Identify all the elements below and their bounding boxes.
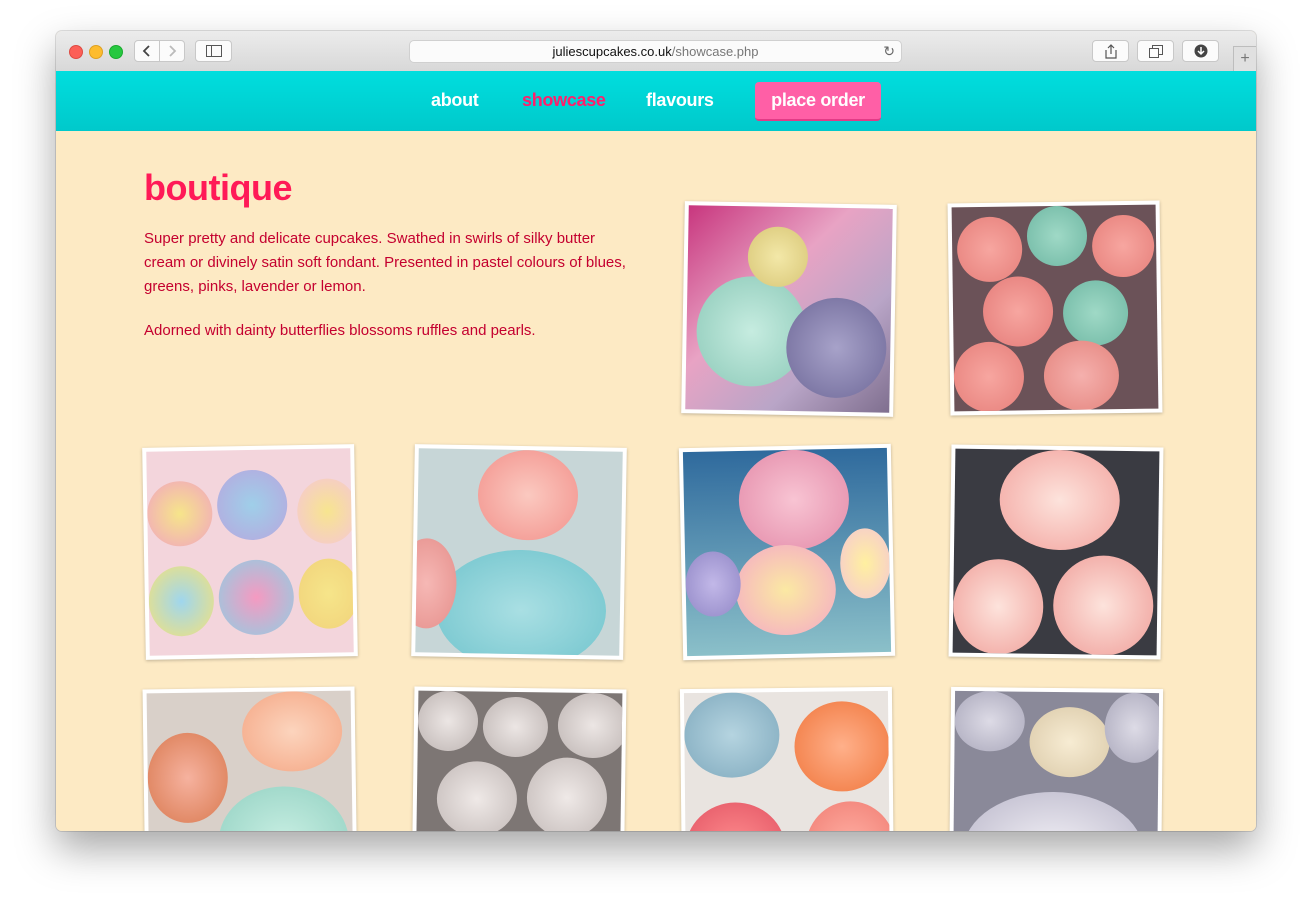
section-title: boutique: [144, 167, 292, 208]
place-order-button[interactable]: place order: [755, 82, 881, 121]
zoom-window-button[interactable]: [109, 45, 123, 59]
cupcake-photo[interactable]: [411, 444, 627, 660]
sidebar-icon: [205, 45, 222, 57]
photo-image: [415, 448, 623, 656]
close-window-button[interactable]: [69, 45, 83, 59]
tabs-overview-button[interactable]: [1137, 40, 1174, 62]
photo-image: [685, 205, 893, 413]
new-tab-button[interactable]: +: [1233, 46, 1256, 71]
url-host: juliescupcakes.co.uk: [552, 44, 672, 59]
cupcake-photo[interactable]: [411, 686, 627, 831]
cupcake-photo[interactable]: [948, 686, 1164, 831]
cupcake-photo[interactable]: [681, 201, 897, 417]
back-button[interactable]: [134, 40, 160, 62]
photo-image: [952, 448, 1160, 656]
photo-image: [952, 690, 1160, 831]
nav-flavours[interactable]: flavours: [646, 90, 714, 111]
reload-icon[interactable]: ↻: [883, 43, 895, 60]
browser-toolbar: juliescupcakes.co.uk/showcase.php ↻ +: [56, 31, 1256, 72]
sidebar-toggle-button[interactable]: [195, 40, 232, 62]
minimize-window-button[interactable]: [89, 45, 103, 59]
url-path: /showcase.php: [671, 44, 759, 59]
cupcake-photo[interactable]: [947, 200, 1163, 416]
nav-showcase[interactable]: showcase: [522, 90, 606, 111]
site-nav: about showcase flavours place order: [56, 71, 1256, 131]
tabs-icon: [1148, 44, 1163, 58]
cupcake-photo[interactable]: [142, 444, 358, 660]
page-content: boutique Super pretty and delicate cupca…: [56, 131, 1256, 831]
photo-image: [146, 690, 354, 831]
share-button[interactable]: [1092, 40, 1129, 62]
share-icon: [1104, 43, 1117, 59]
section-description: Super pretty and delicate cupcakes. Swat…: [144, 230, 626, 295]
downloads-button[interactable]: [1182, 40, 1219, 62]
section-note: Adorned with dainty butterflies blossoms…: [144, 322, 536, 339]
photo-image: [146, 448, 354, 656]
address-bar[interactable]: juliescupcakes.co.uk/showcase.php ↻: [409, 40, 902, 63]
photo-image: [683, 690, 891, 831]
photo-image: [415, 690, 623, 831]
photo-image: [951, 204, 1159, 412]
plus-icon: +: [1240, 50, 1250, 67]
cupcake-photo[interactable]: [142, 686, 358, 831]
cupcake-photo[interactable]: [679, 686, 895, 831]
photo-image: [682, 447, 892, 657]
chevron-left-icon: [142, 45, 150, 57]
nav-about[interactable]: about: [431, 90, 479, 111]
forward-button[interactable]: [159, 40, 185, 62]
cupcake-photo[interactable]: [678, 443, 896, 661]
chevron-right-icon: [169, 45, 177, 57]
browser-window: juliescupcakes.co.uk/showcase.php ↻ + ab…: [56, 31, 1256, 831]
download-icon: [1194, 44, 1207, 58]
cupcake-photo[interactable]: [948, 444, 1164, 660]
